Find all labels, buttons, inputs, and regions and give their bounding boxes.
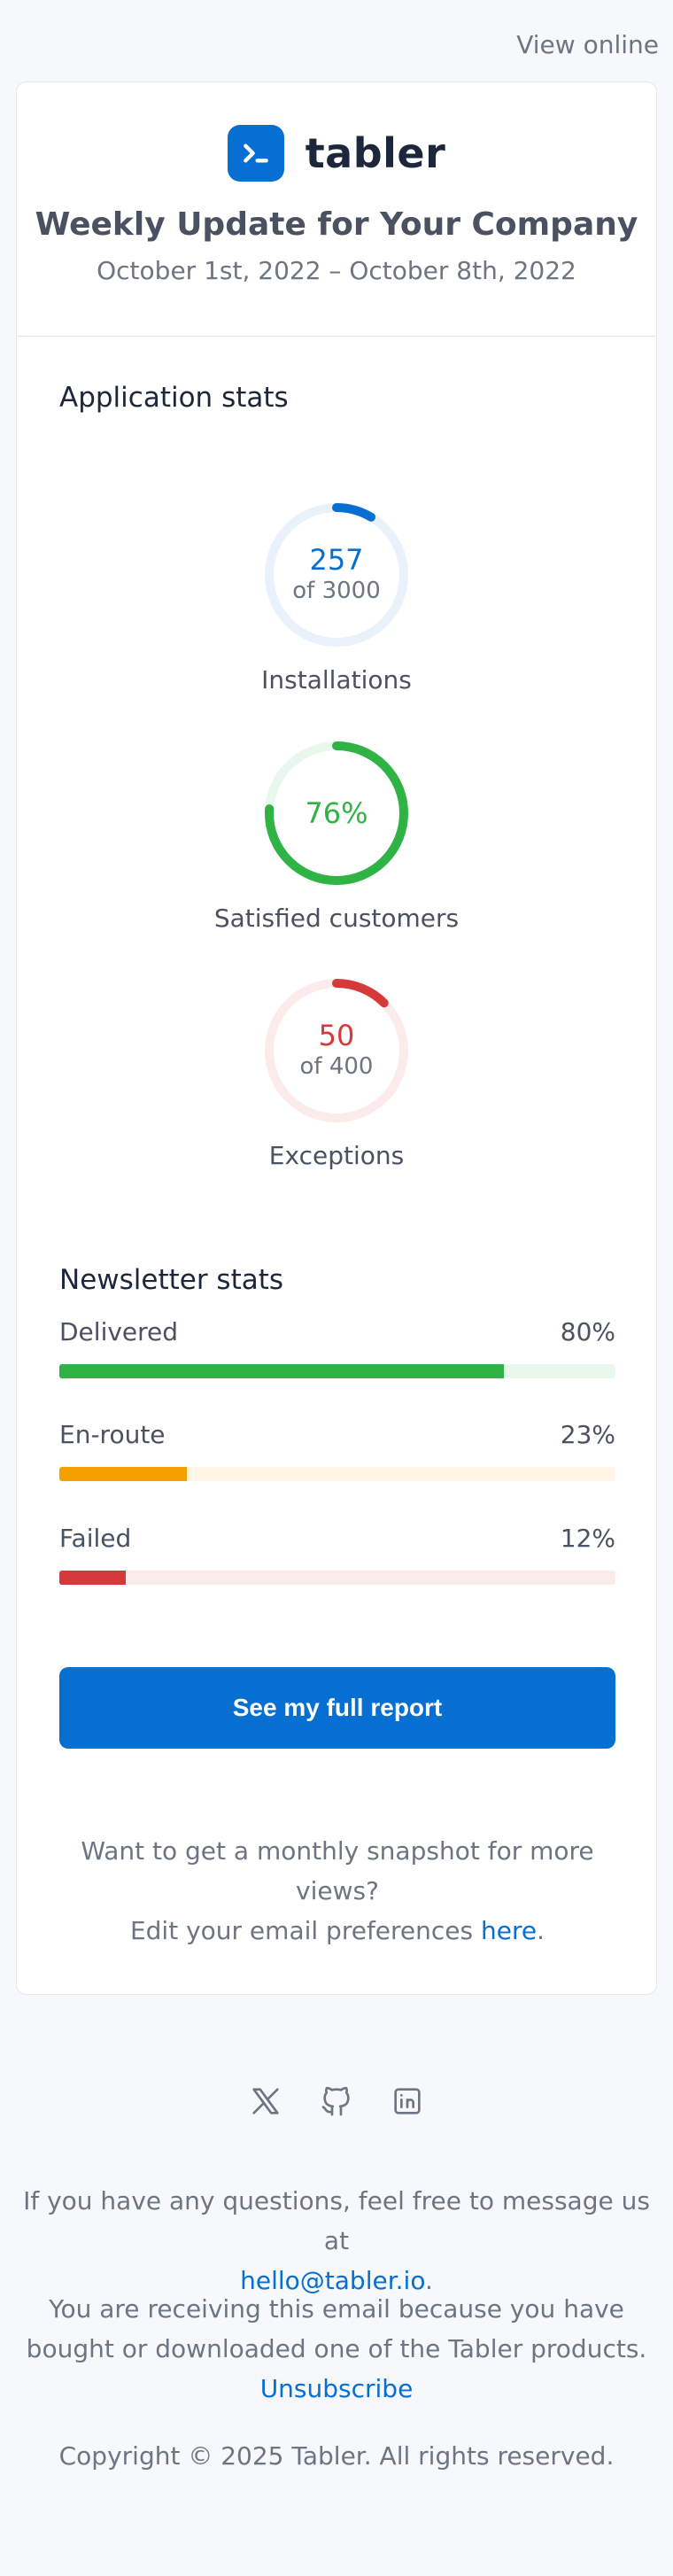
- application-stats-title: Application stats: [59, 382, 289, 414]
- see-full-report-button[interactable]: See my full report: [59, 1667, 615, 1749]
- stat-value: 76%: [305, 796, 368, 830]
- progress-fill: [59, 1571, 127, 1585]
- x-icon[interactable]: [248, 2083, 283, 2119]
- stat-sub: of 3000: [292, 578, 381, 604]
- progress-fill: [59, 1467, 188, 1481]
- bar-label: Failed: [59, 1524, 132, 1553]
- footer-copyright: Copyright © 2025 Tabler. All rights rese…: [58, 2441, 615, 2471]
- stat-value: 257: [309, 543, 364, 577]
- footer-receiving: You are receiving this email because you…: [18, 2289, 655, 2409]
- newsletter-en-route: En-route 23%: [59, 1420, 615, 1481]
- bar-label: En-route: [59, 1420, 166, 1449]
- progress-fill: [59, 1364, 505, 1378]
- stat-label: Exceptions: [268, 1141, 405, 1170]
- bar-value: 23%: [560, 1420, 615, 1449]
- footer-questions: If you have any questions, feel free to …: [18, 2181, 655, 2301]
- note-suffix: .: [537, 1916, 545, 1945]
- email-header: tabler Weekly Update for Your Company Oc…: [17, 82, 656, 337]
- stat-exceptions: 50 of 400 Exceptions: [17, 978, 656, 1170]
- stat-label: Installations: [261, 665, 412, 694]
- footer-receiving-text: You are receiving this email because you…: [26, 2294, 647, 2363]
- newsletter-stats-title: Newsletter stats: [59, 1264, 284, 1296]
- brand-name: tabler: [305, 129, 446, 177]
- footer-questions-text: If you have any questions, feel free to …: [23, 2186, 650, 2255]
- progress-track: [59, 1364, 615, 1378]
- stat-sub: of 400: [299, 1053, 374, 1080]
- preferences-link[interactable]: here: [481, 1916, 537, 1945]
- stat-satisfied-customers: 76% Satisfied customers: [17, 741, 656, 933]
- stat-label: Satisfied customers: [213, 904, 460, 933]
- github-icon[interactable]: [319, 2083, 354, 2119]
- brand-logo[interactable]: tabler: [17, 125, 656, 182]
- date-range: October 1st, 2022 – October 8th, 2022: [97, 256, 576, 285]
- stat-value: 50: [318, 1019, 355, 1052]
- linkedin-icon[interactable]: [390, 2083, 425, 2119]
- social-links: [0, 2083, 673, 2119]
- email-title: Weekly Update for Your Company: [35, 206, 638, 243]
- note-line: Want to get a monthly snapshot for more …: [81, 1836, 594, 1905]
- newsletter-failed: Failed 12%: [59, 1524, 615, 1585]
- bar-value: 12%: [560, 1524, 615, 1553]
- progress-track: [59, 1467, 615, 1481]
- email-card: tabler Weekly Update for Your Company Oc…: [16, 81, 657, 1995]
- unsubscribe-link[interactable]: Unsubscribe: [260, 2374, 414, 2403]
- progress-track: [59, 1571, 615, 1585]
- terminal-prompt-icon: [227, 125, 284, 182]
- stat-installations: 257 of 3000 Installations: [17, 502, 656, 694]
- view-online-link[interactable]: View online: [516, 30, 659, 59]
- newsletter-delivered: Delivered 80%: [59, 1317, 615, 1378]
- preferences-note: Want to get a monthly snapshot for more …: [70, 1831, 605, 1951]
- note-prefix: Edit your email preferences: [129, 1916, 482, 1945]
- bar-value: 80%: [560, 1317, 615, 1346]
- bar-label: Delivered: [59, 1317, 179, 1346]
